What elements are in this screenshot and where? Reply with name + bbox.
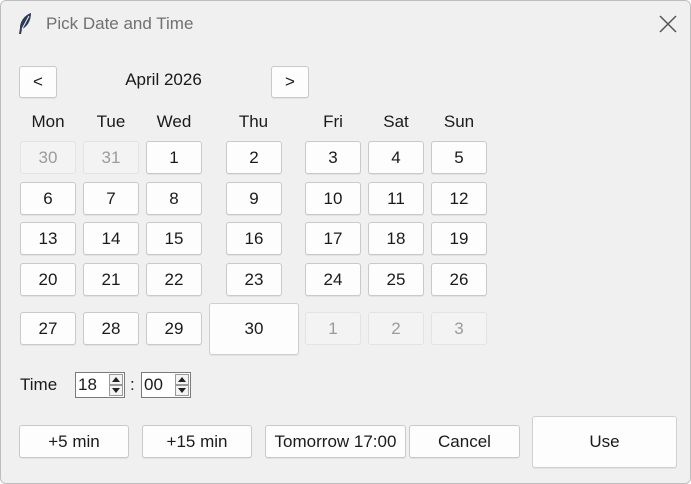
day-button-prev-month: 31 bbox=[83, 141, 139, 174]
day-button[interactable]: 15 bbox=[146, 222, 202, 255]
weekday-header: Thu bbox=[238, 112, 269, 131]
tomorrow-1700-button[interactable]: Tomorrow 17:00 bbox=[265, 425, 406, 458]
minute-spinbox[interactable]: 00 bbox=[141, 372, 191, 398]
close-icon bbox=[659, 15, 677, 33]
cancel-button[interactable]: Cancel bbox=[409, 425, 520, 458]
day-button[interactable]: 28 bbox=[83, 312, 139, 345]
day-button[interactable]: 10 bbox=[305, 182, 361, 215]
day-button[interactable]: 25 bbox=[368, 263, 424, 296]
day-button-next-month: 3 bbox=[431, 312, 487, 345]
weekday-header: Tue bbox=[96, 112, 126, 131]
day-button[interactable]: 20 bbox=[20, 263, 76, 296]
day-button[interactable]: 9 bbox=[226, 182, 282, 215]
spin-arrows-icon[interactable] bbox=[109, 374, 123, 396]
day-button[interactable]: 4 bbox=[368, 141, 424, 174]
day-button-next-month: 1 bbox=[305, 312, 361, 345]
day-button[interactable]: 14 bbox=[83, 222, 139, 255]
day-button[interactable]: 27 bbox=[20, 312, 76, 345]
day-button[interactable]: 13 bbox=[20, 222, 76, 255]
day-button[interactable]: 2 bbox=[226, 141, 282, 174]
time-separator: : bbox=[130, 375, 135, 394]
use-button[interactable]: Use bbox=[532, 416, 677, 468]
prev-month-button[interactable]: < bbox=[19, 66, 57, 98]
day-button[interactable]: 1 bbox=[146, 141, 202, 174]
weekday-header: Sat bbox=[383, 112, 409, 131]
day-button[interactable]: 23 bbox=[226, 263, 282, 296]
close-button[interactable] bbox=[648, 6, 688, 42]
weekday-header: Fri bbox=[323, 112, 343, 131]
day-button[interactable]: 19 bbox=[431, 222, 487, 255]
day-button[interactable]: 18 bbox=[368, 222, 424, 255]
feather-icon bbox=[16, 12, 34, 36]
title-bar: Pick Date and Time bbox=[1, 1, 690, 47]
window-title: Pick Date and Time bbox=[46, 14, 194, 33]
day-button[interactable]: 12 bbox=[431, 182, 487, 215]
hour-value: 18 bbox=[78, 375, 97, 394]
weekday-header: Mon bbox=[31, 112, 65, 131]
day-button[interactable]: 11 bbox=[368, 182, 424, 215]
day-button[interactable]: 8 bbox=[146, 182, 202, 215]
spin-arrows-icon[interactable] bbox=[175, 374, 189, 396]
month-label: April 2026 bbox=[125, 70, 202, 89]
time-label: Time bbox=[20, 375, 58, 394]
day-button[interactable]: 21 bbox=[83, 263, 139, 296]
plus-5-min-button[interactable]: +5 min bbox=[19, 425, 129, 458]
weekday-header: Sun bbox=[443, 112, 475, 131]
next-month-button[interactable]: > bbox=[271, 66, 309, 98]
weekday-header: Wed bbox=[156, 112, 192, 131]
day-button[interactable]: 5 bbox=[431, 141, 487, 174]
date-time-dialog: Pick Date and Time < April 2026 > Mon Tu… bbox=[0, 0, 691, 484]
day-button-selected[interactable]: 30 bbox=[209, 303, 299, 355]
day-button-next-month: 2 bbox=[368, 312, 424, 345]
day-button[interactable]: 26 bbox=[431, 263, 487, 296]
day-button[interactable]: 6 bbox=[20, 182, 76, 215]
hour-spinbox[interactable]: 18 bbox=[75, 372, 125, 398]
day-button[interactable]: 24 bbox=[305, 263, 361, 296]
day-button[interactable]: 7 bbox=[83, 182, 139, 215]
day-button[interactable]: 22 bbox=[146, 263, 202, 296]
minute-value: 00 bbox=[144, 375, 163, 394]
day-button[interactable]: 3 bbox=[305, 141, 361, 174]
plus-15-min-button[interactable]: +15 min bbox=[142, 425, 252, 458]
day-button[interactable]: 16 bbox=[226, 222, 282, 255]
day-button-prev-month: 30 bbox=[20, 141, 76, 174]
day-button[interactable]: 17 bbox=[305, 222, 361, 255]
day-button[interactable]: 29 bbox=[146, 312, 202, 345]
